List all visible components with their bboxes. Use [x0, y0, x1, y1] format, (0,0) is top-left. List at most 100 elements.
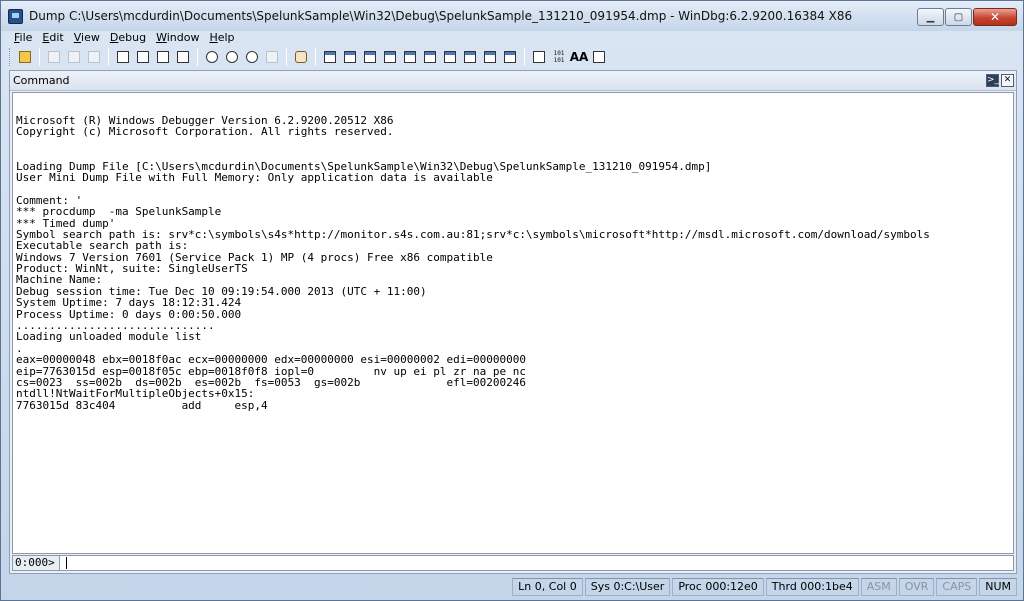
menu-window-accel: W [156, 31, 167, 44]
windbg-app-icon[interactable] [8, 9, 23, 24]
restart-button[interactable] [134, 48, 152, 66]
output-line: System Uptime: 7 days 18:12:31.424 [16, 296, 242, 310]
output-line: User Mini Dump File with Full Memory: On… [16, 170, 493, 184]
stop-icon [157, 51, 169, 63]
processes-threads-button[interactable] [481, 48, 499, 66]
step-over-icon [226, 51, 238, 63]
window-title: Dump C:\Users\mcdurdin\Documents\Spelunk… [29, 9, 853, 23]
output-line: Loading unloaded module list [16, 330, 202, 344]
scratch-pad-icon [464, 51, 476, 63]
toolbar-separator [197, 48, 198, 66]
open-button[interactable] [16, 48, 34, 66]
menu-help[interactable]: Help [204, 30, 239, 46]
toolbar-grip[interactable] [9, 48, 12, 66]
title-bar[interactable]: Dump C:\Users\mcdurdin\Documents\Spelunk… [1, 1, 1023, 31]
memory-window-button[interactable] [401, 48, 419, 66]
registers-window-icon [384, 51, 396, 63]
command-output[interactable]: Microsoft (R) Windows Debugger Version 6… [12, 92, 1014, 554]
menu-file[interactable]: File [9, 30, 37, 46]
source-mode-button[interactable] [530, 48, 548, 66]
status-process: Proc 000:12e0 [672, 578, 764, 596]
paste-icon [88, 51, 100, 63]
step-out-button[interactable] [243, 48, 261, 66]
status-asm: ASM [860, 578, 897, 596]
toolbar-separator [286, 48, 287, 66]
hand-icon [295, 51, 307, 63]
font-icon: AA [569, 50, 589, 64]
pane-close-button[interactable]: ✕ [1001, 74, 1014, 87]
command-pane: Command >_ ✕ Microsoft (R) Windows Debug… [9, 70, 1017, 574]
locals-window-button[interactable] [361, 48, 379, 66]
insert-breakpoint-button[interactable] [292, 48, 310, 66]
hex-mode-button[interactable]: 101 101 [550, 48, 568, 66]
command-row: 0:000> [12, 555, 1014, 571]
registers-window-button[interactable] [381, 48, 399, 66]
memory-window-icon [404, 51, 416, 63]
cut-button[interactable] [45, 48, 63, 66]
menu-file-label: ile [19, 31, 33, 44]
call-stack-button[interactable] [421, 48, 439, 66]
output-line: Product: WinNt, suite: SingleUserTS [16, 262, 248, 276]
toolbar: 101 101 AA [9, 46, 1017, 68]
menu-debug-label: ebug [118, 31, 147, 44]
stop-debugging-button[interactable] [154, 48, 172, 66]
status-ovr: OVR [898, 578, 935, 596]
output-lines: Microsoft (R) Windows Debugger Version 6… [13, 115, 1013, 412]
break-button[interactable] [174, 48, 192, 66]
step-over-button[interactable] [223, 48, 241, 66]
status-bar: Ln 0, Col 0 Sys 0:C:\User Proc 000:12e0 … [9, 577, 1017, 597]
minimize-button[interactable]: ▁ [917, 8, 944, 26]
command-window-button[interactable] [321, 48, 339, 66]
caption-buttons: ▁ ▢ ✕ [917, 8, 1017, 26]
output-line: Copyright (c) Microsoft Corporation. All… [16, 125, 394, 139]
folder-open-icon [19, 51, 31, 63]
paste-button[interactable] [85, 48, 103, 66]
copy-button[interactable] [65, 48, 83, 66]
options-icon [593, 51, 605, 63]
scratch-pad-button[interactable] [461, 48, 479, 66]
maximize-button[interactable]: ▢ [945, 8, 972, 26]
output-line: 7763015d 83c404 add esp,4 [16, 398, 268, 412]
break-icon [177, 51, 189, 63]
command-input[interactable] [60, 555, 1014, 571]
go-icon [117, 51, 129, 63]
step-into-icon [206, 51, 218, 63]
processes-threads-icon [484, 51, 496, 63]
menu-view[interactable]: View [69, 30, 105, 46]
command-prompt: 0:000> [12, 555, 60, 571]
menu-window[interactable]: Window [151, 30, 204, 46]
output-line: *** procdump -ma SpelunkSample [16, 205, 222, 219]
copy-icon [68, 51, 80, 63]
close-button[interactable]: ✕ [973, 8, 1017, 26]
watch-window-icon [344, 51, 356, 63]
dock-button[interactable]: >_ [986, 74, 999, 87]
status-position: Ln 0, Col 0 [512, 578, 583, 596]
disassembly-button[interactable] [441, 48, 459, 66]
run-to-cursor-button[interactable] [263, 48, 281, 66]
restart-icon [137, 51, 149, 63]
options-button[interactable] [590, 48, 608, 66]
status-num: NUM [979, 578, 1017, 596]
status-thread: Thrd 000:1be4 [765, 578, 859, 596]
status-caps: CAPS [936, 578, 978, 596]
menu-edit[interactable]: Edit [37, 30, 68, 46]
command-pane-header[interactable]: Command >_ ✕ [10, 71, 1016, 91]
watch-window-button[interactable] [341, 48, 359, 66]
output-line: eax=00000048 ebx=0018f0ac ecx=00000000 e… [16, 353, 526, 367]
source-window-button[interactable] [501, 48, 519, 66]
status-system: Sys 0:C:\User [584, 578, 671, 596]
toolbar-separator [108, 48, 109, 66]
menu-view-label: iew [81, 31, 100, 44]
menu-window-label: indow [166, 31, 200, 44]
go-button[interactable] [114, 48, 132, 66]
disassembly-icon [444, 51, 456, 63]
font-button[interactable]: AA [569, 48, 589, 66]
step-into-button[interactable] [203, 48, 221, 66]
call-stack-icon [424, 51, 436, 63]
command-window-icon [324, 51, 336, 63]
menu-debug[interactable]: Debug [105, 30, 151, 46]
toolbar-separator [39, 48, 40, 66]
output-padding [13, 93, 1013, 115]
